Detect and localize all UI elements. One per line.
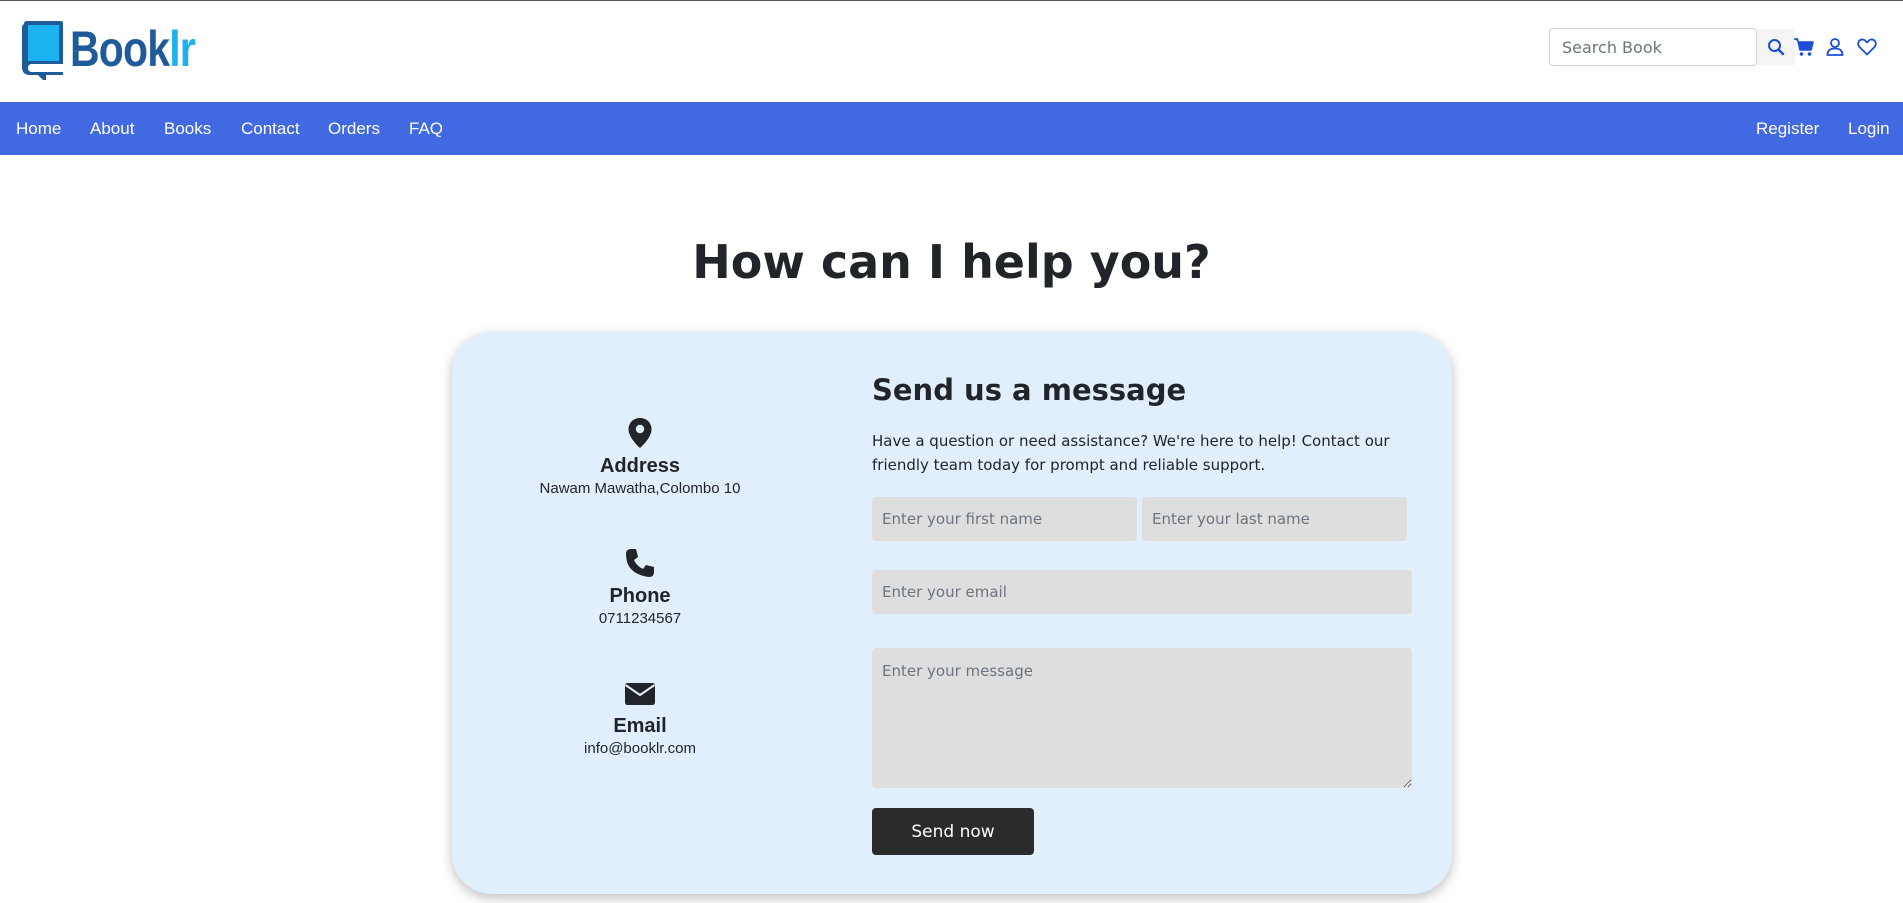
nav-contact[interactable]: Contact — [241, 102, 300, 155]
book-logo-icon — [22, 21, 63, 80]
search-icon — [1768, 39, 1785, 56]
nav-about[interactable]: About — [90, 102, 134, 155]
envelope-icon — [624, 683, 656, 705]
page-title: How can I help you? — [692, 235, 1211, 289]
email-label: Email — [613, 715, 667, 737]
first-name-input[interactable] — [872, 497, 1137, 541]
heart-icon[interactable] — [1856, 36, 1878, 58]
address-value: Nawam Mawatha,Colombo 10 — [539, 480, 741, 497]
contact-email: Email info@booklr.com — [520, 679, 760, 757]
form-title: Send us a message — [872, 373, 1187, 407]
phone-label: Phone — [609, 585, 671, 607]
nav-home[interactable]: Home — [16, 102, 61, 155]
location-pin-icon — [628, 418, 652, 448]
search-button[interactable] — [1757, 29, 1795, 65]
nav-faq[interactable]: FAQ — [409, 102, 443, 155]
nav-orders[interactable]: Orders — [328, 102, 380, 155]
brand-name-part1: Book — [70, 21, 170, 77]
phone-value: 0711234567 — [598, 610, 682, 627]
contact-address: Address Nawam Mawatha,Colombo 10 — [520, 417, 760, 497]
brand-logo[interactable]: Booklr — [20, 20, 222, 80]
form-description: Have a question or need assistance? We'r… — [872, 432, 1390, 474]
email-input[interactable] — [872, 570, 1412, 614]
brand-name-part2: lr — [169, 21, 196, 77]
site-header: Booklr — [0, 2, 1903, 103]
brand-name: Booklr — [70, 21, 196, 77]
nav-login[interactable]: Login — [1848, 102, 1890, 155]
message-textarea[interactable] — [872, 648, 1412, 788]
contact-phone: Phone 0711234567 — [520, 547, 760, 627]
email-value: info@booklr.com — [584, 740, 696, 757]
nav-books[interactable]: Books — [164, 102, 211, 155]
main-nav: Home About Books Contact Orders FAQ Regi… — [0, 102, 1903, 155]
nav-register[interactable]: Register — [1756, 102, 1819, 155]
send-now-button[interactable]: Send now — [872, 808, 1034, 855]
user-icon[interactable] — [1824, 36, 1846, 58]
address-label: Address — [599, 455, 681, 477]
last-name-input[interactable] — [1142, 497, 1407, 541]
search-input[interactable] — [1549, 28, 1757, 66]
cart-icon[interactable] — [1793, 36, 1815, 58]
phone-icon — [626, 549, 654, 577]
